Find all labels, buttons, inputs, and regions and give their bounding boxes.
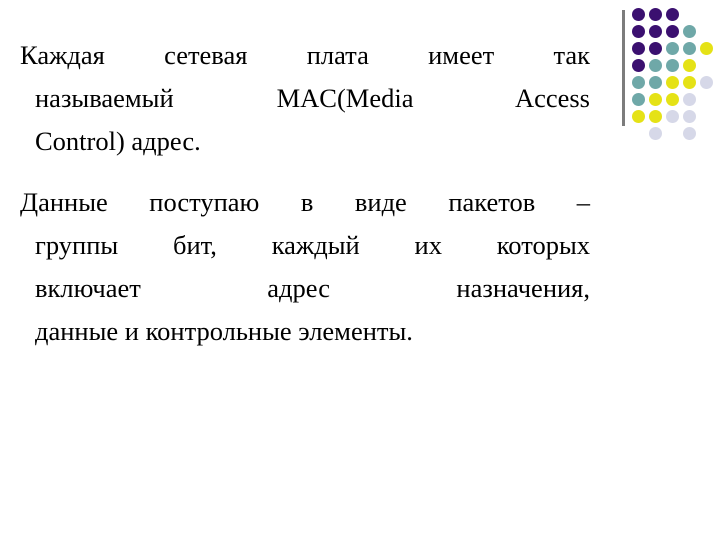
decor-dot-purple xyxy=(649,25,662,38)
decor-dot-lavender xyxy=(700,76,713,89)
decor-dot-lavender xyxy=(683,110,696,123)
decor-dot-purple xyxy=(632,59,645,72)
decor-dot-lavender xyxy=(683,93,696,106)
slide-body-text: Каждая сетевая плата имеет так называемы… xyxy=(20,34,590,353)
decor-dot-yellow xyxy=(632,110,645,123)
decor-dot-teal xyxy=(666,42,679,55)
decor-dot-purple xyxy=(632,42,645,55)
decor-dot-teal xyxy=(632,76,645,89)
decor-dot-lavender xyxy=(649,127,662,140)
decor-dot-yellow xyxy=(683,76,696,89)
decor-dot-teal xyxy=(649,76,662,89)
decor-dot-teal xyxy=(683,42,696,55)
paragraph-1: Каждая сетевая плата имеет так называемы… xyxy=(20,34,590,163)
decor-dot-lavender xyxy=(683,127,696,140)
decor-dot-yellow xyxy=(666,76,679,89)
paragraph-1-line-2: называемый MAC(Media Access xyxy=(35,83,590,113)
decor-dot-purple xyxy=(649,8,662,21)
decor-dot-teal xyxy=(666,59,679,72)
decor-dot-yellow xyxy=(649,93,662,106)
paragraph-2-line-4: данные и контрольные элементы. xyxy=(35,316,413,346)
decor-dot-yellow xyxy=(666,93,679,106)
decor-dot-purple xyxy=(649,42,662,55)
paragraph-2: Данные поступаю в виде пакетов – группы … xyxy=(20,181,590,353)
decor-dot-purple xyxy=(666,8,679,21)
paragraph-1-line-3: Control) адрес. xyxy=(35,126,201,156)
decor-dot-purple xyxy=(632,25,645,38)
paragraph-2-line-1: Данные поступаю в виде пакетов – xyxy=(20,187,590,217)
decor-dot-yellow xyxy=(700,42,713,55)
decorative-dot-grid xyxy=(632,8,720,140)
decor-dot-purple xyxy=(666,25,679,38)
decor-dot-purple xyxy=(632,8,645,21)
paragraph-1-line-1: Каждая сетевая плата имеет так xyxy=(20,40,590,70)
paragraph-2-line-3: включает адрес назначения, xyxy=(35,273,590,303)
paragraph-2-line-2: группы бит, каждый их которых xyxy=(35,230,590,260)
decor-dot-yellow xyxy=(683,59,696,72)
dot-grid-decoration xyxy=(614,0,720,140)
decor-dot-teal xyxy=(649,59,662,72)
decor-dot-teal xyxy=(683,25,696,38)
decor-dot-teal xyxy=(632,93,645,106)
decor-dot-yellow xyxy=(649,110,662,123)
vertical-rule-divider xyxy=(622,10,625,126)
decor-dot-lavender xyxy=(666,110,679,123)
slide-canvas: Каждая сетевая плата имеет так называемы… xyxy=(0,0,720,540)
